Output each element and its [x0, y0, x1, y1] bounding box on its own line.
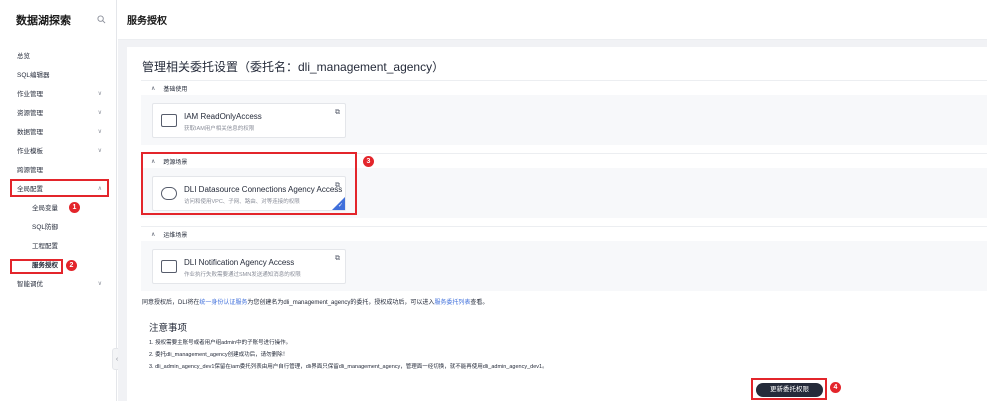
note-item: 3. dli_admin_agency_dev1保留在iam委托列表由用户自行管…	[149, 364, 548, 370]
section-body: DLI Notification Agency Access 作业执行失败需要通…	[141, 241, 987, 291]
annotation-box	[10, 259, 63, 274]
section-ops: ∧ 运维场景 DLI Notification Agency Access 作业…	[141, 226, 987, 291]
section-header[interactable]: ∧ 基础使用	[141, 80, 987, 95]
view-details-icon[interactable]: ⧉	[335, 255, 340, 263]
sidebar-item-resource-management[interactable]: 资源管理 ∨	[0, 104, 116, 123]
card-description: 获取IAM用户相关信息的权限	[184, 126, 255, 132]
step-marker: 1	[69, 202, 80, 213]
message-icon	[161, 260, 177, 273]
sidebar-item-label: 数据管理	[17, 129, 43, 136]
id-card-icon	[161, 114, 177, 127]
content-panel: 管理相关委托设置（委托名：dli_management_agency） ∧ 基础…	[127, 47, 987, 401]
sidebar-item-label: 作业模板	[17, 148, 43, 155]
sidebar-item-job-management[interactable]: 作业管理 ∨	[0, 85, 116, 104]
annotation-box	[141, 152, 357, 215]
page-title: 服务授权	[127, 16, 167, 27]
sidebar-item-label: 总览	[17, 53, 30, 60]
sidebar-item-global-variables[interactable]: 全局变量	[0, 199, 116, 218]
section-basic-usage: ∧ 基础使用 IAM ReadOnlyAccess 获取IAM用户相关信息的权限…	[141, 80, 987, 145]
sidebar-item-smart-tuning[interactable]: 智能调优 ∨	[0, 275, 116, 294]
step-marker: 3	[363, 156, 374, 167]
search-icon[interactable]	[97, 15, 107, 25]
sidebar-item-sql-defense[interactable]: SQL防御	[0, 218, 116, 237]
sidebar-item-data-management[interactable]: 数据管理 ∨	[0, 123, 116, 142]
chevron-down-icon: ∨	[97, 110, 102, 116]
sidebar-item-label: SQL编辑器	[17, 72, 50, 79]
agency-list-link[interactable]: 服务委托列表	[434, 300, 470, 306]
iam-service-link[interactable]: 统一身份认证服务	[199, 300, 247, 306]
sidebar-item-job-template[interactable]: 作业模板 ∨	[0, 142, 116, 161]
sidebar-item-label: 资源管理	[17, 110, 43, 117]
step-marker: 2	[66, 260, 77, 271]
annotation-box	[751, 378, 827, 400]
notes-title: 注意事项	[149, 323, 188, 334]
agency-heading: 管理相关委托设置（委托名：dli_management_agency）	[142, 60, 445, 74]
chevron-down-icon: ∨	[97, 148, 102, 154]
info-text: 同意授权后，DLI将在	[142, 300, 200, 306]
sidebar-item-label: 作业管理	[17, 91, 43, 98]
permission-card[interactable]: IAM ReadOnlyAccess 获取IAM用户相关信息的权限 ⧉	[152, 103, 346, 138]
page-header: 服务授权	[118, 0, 987, 40]
section-header[interactable]: ∧ 运维场景	[141, 226, 987, 241]
chevron-down-icon: ∨	[97, 129, 102, 135]
sidebar: 数据湖探索 总览 SQL编辑器 作业管理 ∨ 资源管理 ∨ 数据管理 ∨ 作业模板 ∨ …	[0, 0, 117, 401]
sidebar-item-label: 跨源管理	[17, 167, 43, 174]
chevron-up-icon: ∧	[151, 85, 156, 92]
card-title: IAM ReadOnlyAccess	[184, 112, 262, 121]
step-marker: 4	[830, 382, 841, 393]
section-label: 基础使用	[163, 86, 188, 93]
info-text: 查看。	[470, 300, 489, 306]
sidebar-item-label: 工程配置	[32, 243, 58, 250]
permission-card[interactable]: DLI Notification Agency Access 作业执行失败需要通…	[152, 249, 346, 284]
card-description: 作业执行失败需要通过SMN发送通知消息的权限	[184, 272, 301, 278]
card-title: DLI Notification Agency Access	[184, 258, 295, 267]
chevron-up-icon: ∧	[151, 231, 156, 238]
sidebar-item-project-config[interactable]: 工程配置	[0, 237, 116, 256]
chevron-down-icon: ∨	[97, 91, 102, 97]
authorization-info: 同意授权后，DLI将在统一身份认证服务为您创建名为dli_management_…	[142, 297, 488, 306]
sidebar-item-datasource-management[interactable]: 跨源管理	[0, 161, 116, 180]
sidebar-item-sql-editor[interactable]: SQL编辑器	[0, 66, 116, 85]
sidebar-item-label: SQL防御	[32, 224, 59, 231]
chevron-down-icon: ∨	[97, 281, 102, 287]
annotation-box	[10, 179, 109, 197]
sidebar-item-label: 智能调优	[17, 281, 43, 288]
note-item: 1. 授权需要主账号或者用户组admin中的子账号进行操作。	[149, 340, 292, 346]
view-details-icon[interactable]: ⧉	[335, 109, 340, 117]
sidebar-header: 数据湖探索	[0, 0, 116, 40]
section-body: IAM ReadOnlyAccess 获取IAM用户相关信息的权限 ⧉	[141, 95, 987, 145]
sidebar-menu: 总览 SQL编辑器 作业管理 ∨ 资源管理 ∨ 数据管理 ∨ 作业模板 ∨ 跨源管理 全…	[0, 40, 116, 294]
info-text: 为您创建名为dli_management_agency的委托，授权成功后，可以进…	[247, 300, 435, 306]
note-item: 2. 委托dli_management_agency创建成功后，请勿删除！	[149, 352, 289, 358]
section-label: 运维场景	[163, 232, 188, 239]
sidebar-item-label: 全局变量	[32, 205, 58, 212]
sidebar-item-overview[interactable]: 总览	[0, 47, 116, 66]
sidebar-title: 数据湖探索	[16, 15, 71, 27]
